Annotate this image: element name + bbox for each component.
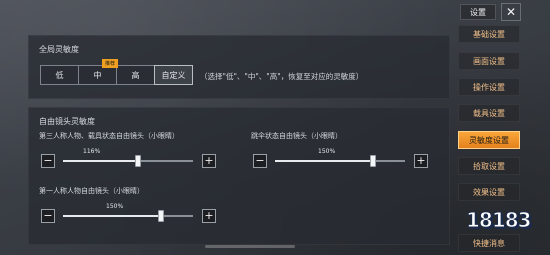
decrease-button[interactable]: − (253, 154, 267, 168)
decrease-button[interactable]: − (41, 209, 55, 223)
slider-fill (275, 160, 373, 162)
sidebar-item-vehicle[interactable]: 载具设置 (458, 104, 520, 122)
settings-title: 设置 (460, 4, 496, 20)
preset-custom-button[interactable]: 自定义 (154, 65, 193, 85)
increase-button[interactable]: + (202, 209, 216, 223)
slider-fill (63, 215, 161, 217)
sidebar-item-sensitivity[interactable]: 灵敏度设置 (458, 131, 520, 149)
slider-label-parachute: 跳伞状态自由镜头（小眼睛） (251, 132, 342, 140)
sidebar-item-controls[interactable]: 操作设置 (458, 78, 520, 96)
slider-value: 150% (318, 148, 336, 155)
sidebar-item-basic[interactable]: 基础设置 (458, 25, 520, 43)
sidebar-item-effects[interactable]: 效果设置 (458, 183, 520, 201)
slider-value: 116% (83, 148, 101, 155)
scroll-indicator[interactable] (205, 245, 295, 248)
slider-parachute: − 150% + (253, 148, 428, 174)
free-camera-section: 自由镜头灵敏度 第三人称人物、载具状态自由镜头（小眼睛） − 116% + 跳伞… (28, 107, 450, 245)
settings-main-panel: 全局灵敏度 低 中 高 自定义 推荐 （选择"低"、"中"、"高"，恢复至对应的… (28, 35, 450, 245)
preset-hint-text: （选择"低"、"中"、"高"，恢复至对应的灵敏度） (200, 72, 364, 81)
preset-medium-button[interactable]: 中 (78, 65, 117, 85)
slider-fill (63, 160, 138, 162)
slider-thumb[interactable] (158, 210, 164, 222)
slider-track[interactable]: 116% (63, 148, 193, 167)
slider-track[interactable]: 150% (63, 203, 193, 222)
slider-first-person: − 150% + (41, 203, 216, 229)
sidebar-item-quick-messages[interactable]: 快捷消息 (458, 234, 520, 252)
decrease-button[interactable]: − (41, 154, 55, 168)
sidebar-item-pickup[interactable]: 拾取设置 (458, 157, 520, 175)
sidebar-header: 设置 ✕ (458, 3, 522, 21)
close-button[interactable]: ✕ (501, 3, 521, 21)
slider-label-third-person: 第三人称人物、载具状态自由镜头（小眼睛） (39, 132, 179, 140)
slider-thumb[interactable] (370, 155, 376, 167)
global-sensitivity-title: 全局灵敏度 (39, 45, 79, 54)
global-sensitivity-section: 全局灵敏度 低 中 高 自定义 推荐 （选择"低"、"中"、"高"，恢复至对应的… (28, 35, 450, 99)
preset-high-button[interactable]: 高 (116, 65, 155, 85)
slider-track[interactable]: 150% (275, 148, 405, 167)
slider-third-person: − 116% + (41, 148, 216, 174)
slider-thumb[interactable] (135, 155, 141, 167)
free-camera-title: 自由镜头灵敏度 (39, 117, 95, 126)
increase-button[interactable]: + (202, 154, 216, 168)
settings-sidebar: 设置 ✕ 基础设置画面设置操作设置载具设置灵敏度设置拾取设置效果设置快捷消息 (454, 0, 526, 255)
preset-low-button[interactable]: 低 (40, 65, 79, 85)
sensitivity-preset-group: 低 中 高 自定义 (40, 65, 193, 85)
sidebar-item-graphics[interactable]: 画面设置 (458, 52, 520, 70)
slider-label-first-person: 第一人称人物自由镜头（小眼睛） (39, 187, 144, 195)
recommended-badge: 推荐 (102, 59, 119, 68)
increase-button[interactable]: + (414, 154, 428, 168)
slider-value: 150% (106, 203, 124, 210)
